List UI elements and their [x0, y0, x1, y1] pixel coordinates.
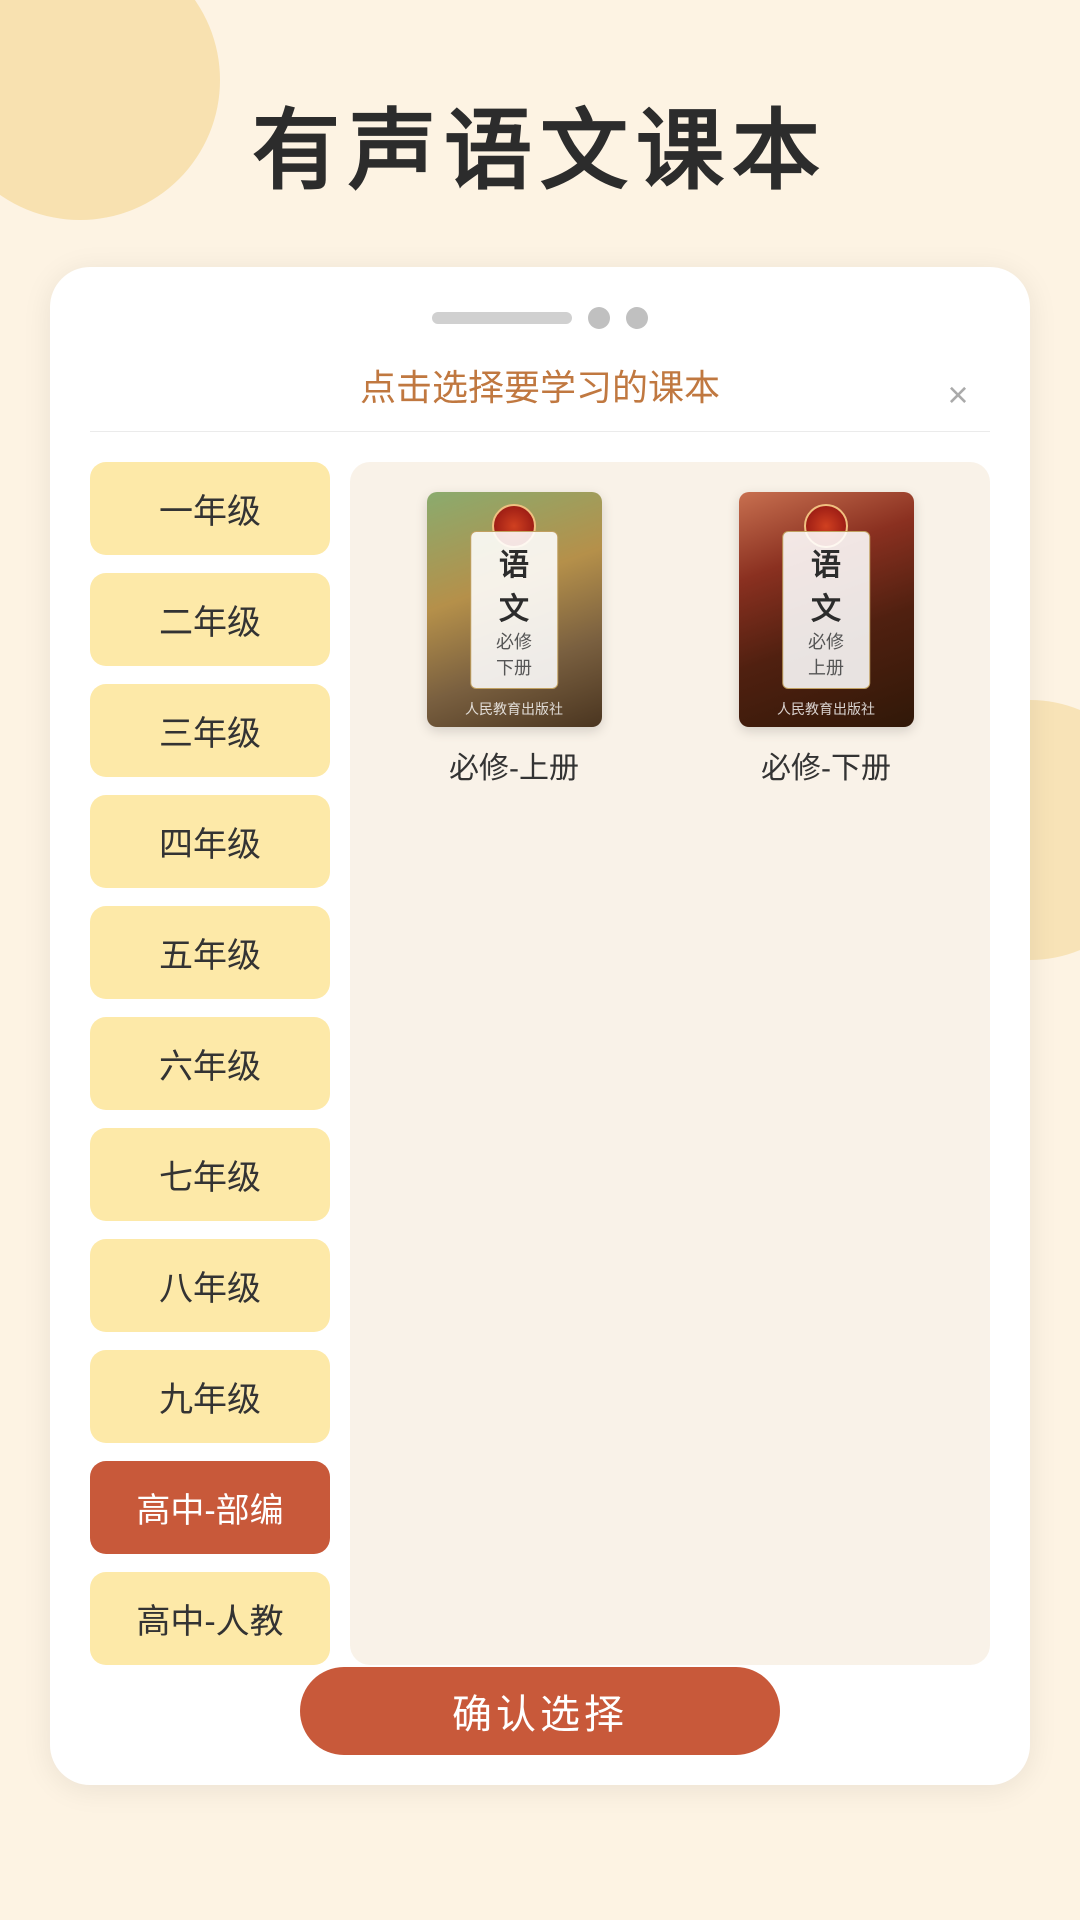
- grade-item-5[interactable]: 五年级: [90, 906, 330, 999]
- book-item-1[interactable]: 语文 必修 下册 人民教育出版社 必修-上册: [370, 492, 658, 787]
- grade-list: 一年级 二年级 三年级 四年级 五年级 六年级 七年级 八年级 九年级 高中-部…: [90, 462, 330, 1665]
- book-title-1: 必修-上册: [449, 743, 579, 787]
- card-top-bar: [90, 307, 990, 329]
- book-sub-text-1: 必修 下册: [485, 628, 543, 680]
- grade-item-hs-bu[interactable]: 高中-部编: [90, 1461, 330, 1554]
- book-sub-text-2: 必修 上册: [797, 628, 855, 680]
- grade-item-1[interactable]: 一年级: [90, 462, 330, 555]
- book-title-2: 必修-下册: [761, 743, 891, 787]
- grade-item-7[interactable]: 七年级: [90, 1128, 330, 1221]
- close-button[interactable]: ×: [936, 373, 980, 417]
- book-cover-1: 语文 必修 下册 人民教育出版社: [427, 492, 602, 727]
- grade-item-2[interactable]: 二年级: [90, 573, 330, 666]
- book-cn-text-2: 语文: [797, 540, 855, 628]
- book-item-2[interactable]: 语文 必修 上册 人民教育出版社 必修-下册: [682, 492, 970, 787]
- grade-item-9[interactable]: 九年级: [90, 1350, 330, 1443]
- book-publisher-1: 人民教育出版社: [427, 699, 602, 719]
- grade-item-hs-ren[interactable]: 高中-人教: [90, 1572, 330, 1665]
- book-label-overlay-1: 语文 必修 下册: [470, 531, 558, 689]
- top-bar-dot-2: [626, 307, 648, 329]
- book-cover-2: 语文 必修 上册 人民教育出版社: [739, 492, 914, 727]
- book-grid: 语文 必修 下册 人民教育出版社 必修-上册 语文 必修 上册: [370, 492, 970, 787]
- grade-item-8[interactable]: 八年级: [90, 1239, 330, 1332]
- book-grid-container: 语文 必修 下册 人民教育出版社 必修-上册 语文 必修 上册: [350, 462, 990, 1665]
- top-bar-dot-1: [588, 307, 610, 329]
- content-area: 一年级 二年级 三年级 四年级 五年级 六年级 七年级 八年级 九年级 高中-部…: [90, 462, 990, 1665]
- selection-card: 点击选择要学习的课本 × 一年级 二年级 三年级 四年级 五年级 六年级 七年级…: [50, 267, 1030, 1785]
- book-cn-text-1: 语文: [485, 540, 543, 628]
- book-label-overlay-2: 语文 必修 上册: [782, 531, 870, 689]
- card-subtitle: 点击选择要学习的课本: [360, 359, 720, 411]
- grade-item-3[interactable]: 三年级: [90, 684, 330, 777]
- grade-item-4[interactable]: 四年级: [90, 795, 330, 888]
- book-publisher-2: 人民教育出版社: [739, 699, 914, 719]
- page-title: 有声语文课本: [0, 0, 1080, 267]
- card-header: 点击选择要学习的课本 ×: [90, 359, 990, 432]
- top-bar-pill: [432, 312, 572, 324]
- confirm-button[interactable]: 确认选择: [300, 1667, 780, 1755]
- grade-item-6[interactable]: 六年级: [90, 1017, 330, 1110]
